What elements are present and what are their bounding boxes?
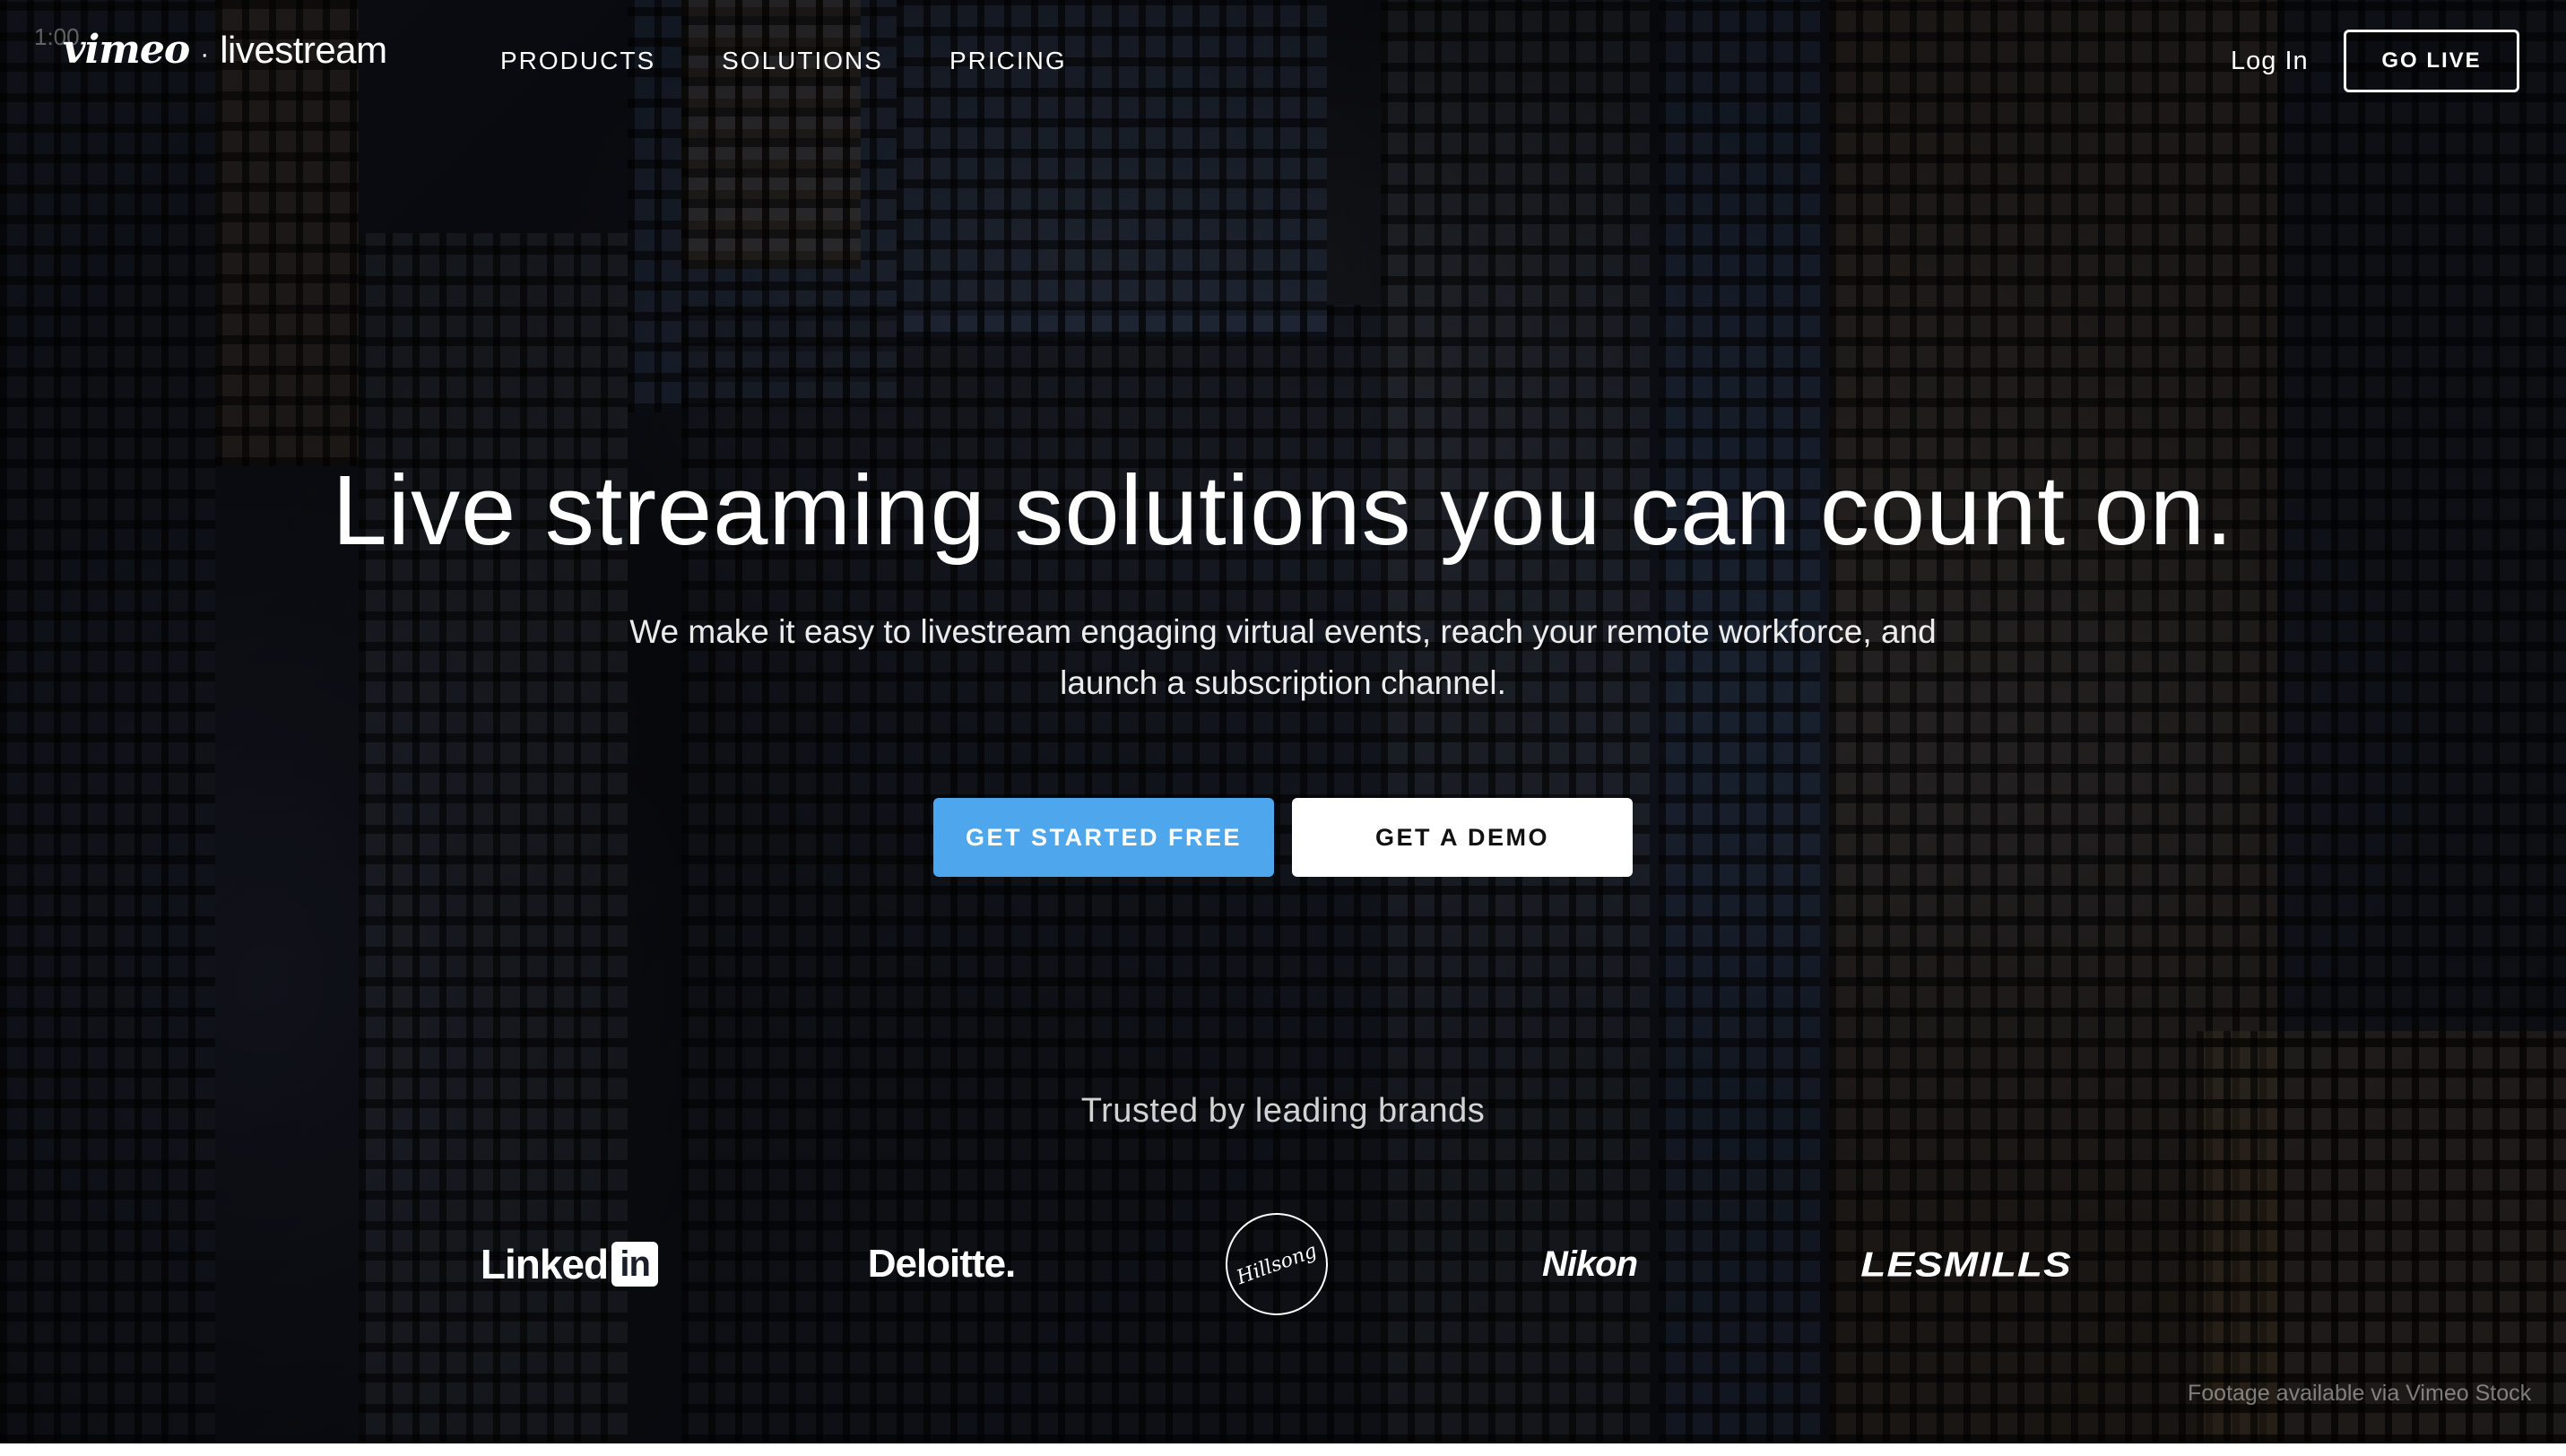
page-bottom-edge (0, 1443, 2566, 1456)
get-a-demo-button[interactable]: GET A DEMO (1292, 798, 1633, 877)
hillsong-logo: Hillsong (1210, 1198, 1343, 1330)
trusted-brands-heading: Trusted by leading brands (1080, 1092, 1486, 1130)
get-started-free-button[interactable]: GET STARTED FREE (933, 798, 1274, 877)
deloitte-logo: Deloitte. (867, 1242, 1017, 1286)
nikon-logo: Nikon (1541, 1244, 1638, 1284)
login-link[interactable]: Log In (2231, 47, 2309, 76)
logo-product-text: livestream (220, 29, 387, 71)
footage-credit: Footage available via Vimeo Stock (2188, 1381, 2532, 1406)
nav-item-pricing[interactable]: PRICING (949, 47, 1067, 75)
logo-separator: · (200, 39, 210, 69)
vimeo-livestream-logo[interactable]: vimeo · livestream (63, 27, 387, 73)
hero-section: 1:00 vimeo · livestream PRODUCTS SOLUTIO… (0, 0, 2566, 1443)
main-nav: PRODUCTS SOLUTIONS PRICING (500, 47, 1067, 75)
nav-item-products[interactable]: PRODUCTS (500, 47, 655, 75)
hillsong-logo-ring: Hillsong (1210, 1198, 1343, 1330)
hero-subline: We make it easy to livestream engaging v… (629, 613, 1937, 701)
linkedin-logo: Linked in (475, 1228, 663, 1300)
nav-item-solutions[interactable]: SOLUTIONS (722, 47, 883, 75)
logo-brand-text: vimeo (63, 27, 190, 73)
linkedin-logo-text: Linked (480, 1241, 609, 1287)
hero-headline: Live streaming solutions you can count o… (332, 455, 2234, 566)
go-live-button[interactable]: GO LIVE (2344, 30, 2519, 92)
lesmills-logo: LESMILLS (1860, 1244, 2072, 1285)
linkedin-logo-badge: in (611, 1242, 659, 1287)
